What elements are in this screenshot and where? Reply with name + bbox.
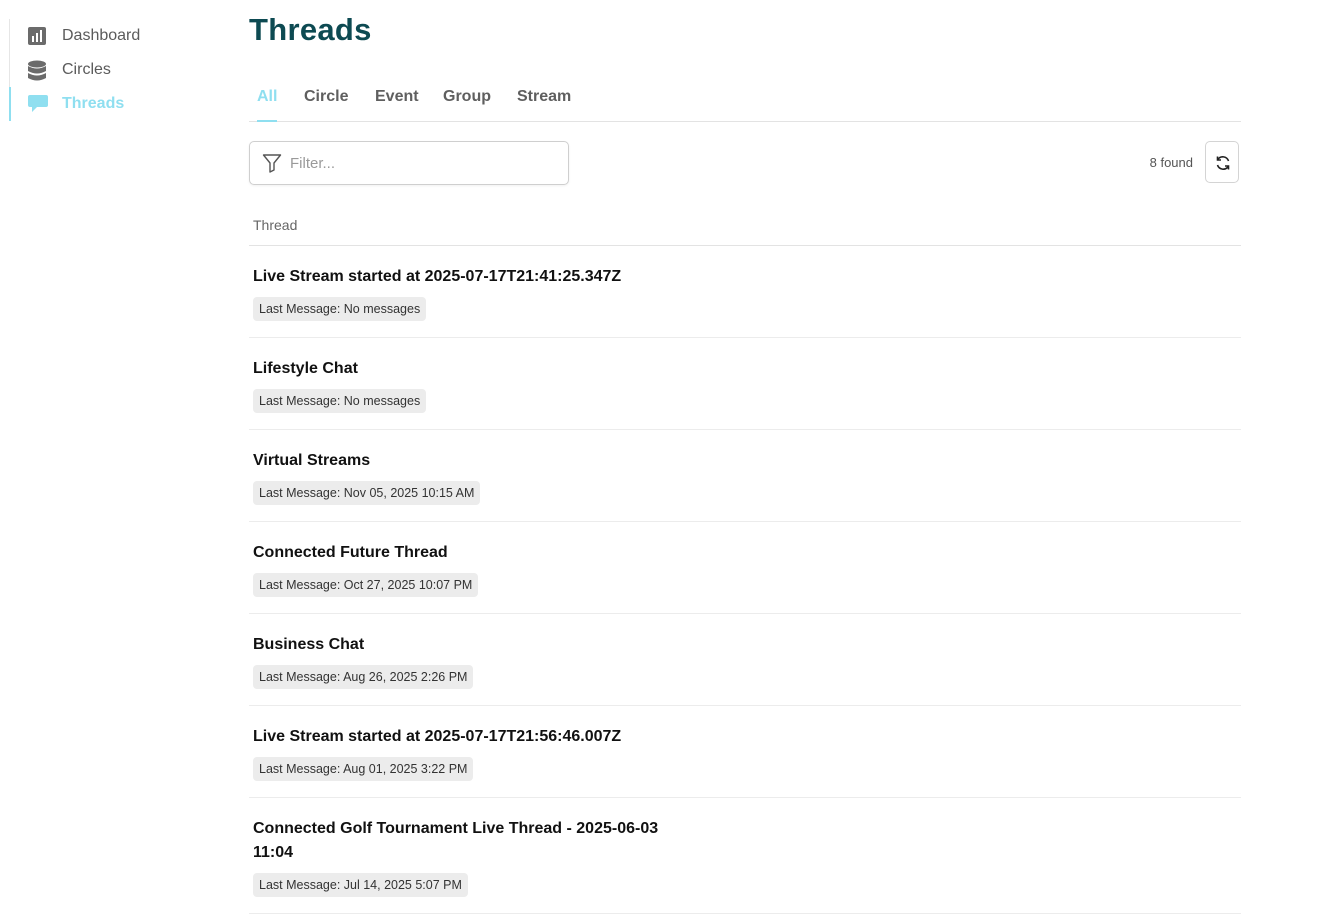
table-row[interactable]: Virtual Streams Last Message: Nov 05, 20… bbox=[249, 430, 1241, 522]
last-message-badge: Last Message: Aug 01, 2025 3:22 PM bbox=[253, 757, 474, 781]
filter-icon bbox=[262, 153, 282, 173]
sidebar-item-label: Threads bbox=[62, 95, 125, 112]
database-icon bbox=[27, 60, 49, 81]
tab-circle[interactable]: Circle bbox=[304, 88, 348, 121]
last-message-badge: Last Message: Nov 05, 2025 10:15 AM bbox=[253, 481, 481, 505]
last-message-badge: Last Message: Jul 14, 2025 5:07 PM bbox=[253, 873, 468, 897]
sidebar-item-threads[interactable]: Threads bbox=[9, 87, 210, 121]
thread-title: Virtual Streams bbox=[253, 452, 371, 469]
thread-title: Connected Golf Tournament Live Thread - … bbox=[253, 820, 659, 861]
table-header: Thread bbox=[249, 205, 1241, 246]
tab-bar: All Circle Event Group Stream bbox=[249, 80, 1241, 122]
column-header-thread: Thread bbox=[253, 217, 298, 233]
refresh-icon bbox=[1216, 156, 1230, 170]
thread-title: Business Chat bbox=[253, 636, 365, 653]
tab-stream[interactable]: Stream bbox=[517, 88, 571, 121]
chat-bubble-icon bbox=[27, 94, 49, 114]
last-message-badge: Last Message: No messages bbox=[253, 297, 427, 321]
thread-title: Connected Future Thread bbox=[253, 544, 448, 561]
table-row[interactable]: Connected Golf Tournament Live Thread - … bbox=[249, 798, 1241, 914]
table-row[interactable]: Live Stream started at 2025-07-17T21:41:… bbox=[249, 246, 1241, 338]
filter-input[interactable] bbox=[290, 152, 560, 174]
sidebar-item-label: Dashboard bbox=[62, 27, 141, 44]
sidebar-item-circles[interactable]: Circles bbox=[10, 53, 210, 87]
table-row[interactable]: Business Chat Last Message: Aug 26, 2025… bbox=[249, 614, 1241, 706]
table-row[interactable]: Lifestyle Chat Last Message: No messages bbox=[249, 338, 1241, 430]
thread-title: Live Stream started at 2025-07-17T21:56:… bbox=[253, 728, 622, 745]
results-count: 8 found bbox=[1149, 155, 1193, 170]
last-message-badge: Last Message: Oct 27, 2025 10:07 PM bbox=[253, 573, 479, 597]
thread-title: Live Stream started at 2025-07-17T21:41:… bbox=[253, 268, 622, 285]
tab-event[interactable]: Event bbox=[375, 88, 419, 121]
table-row[interactable]: Live Stream started at 2025-07-17T21:56:… bbox=[249, 706, 1241, 798]
filter-field[interactable] bbox=[249, 141, 569, 185]
tab-group[interactable]: Group bbox=[443, 88, 491, 121]
refresh-button[interactable] bbox=[1205, 141, 1239, 183]
thread-title: Lifestyle Chat bbox=[253, 360, 358, 377]
thread-list: Live Stream started at 2025-07-17T21:41:… bbox=[249, 246, 1241, 914]
sidebar: Dashboard Circles Threads bbox=[0, 0, 230, 914]
bar-chart-icon bbox=[27, 26, 49, 46]
last-message-badge: Last Message: No messages bbox=[253, 389, 427, 413]
tab-all[interactable]: All bbox=[257, 88, 278, 122]
sidebar-item-label: Circles bbox=[62, 61, 111, 78]
last-message-badge: Last Message: Aug 26, 2025 2:26 PM bbox=[253, 665, 474, 689]
sidebar-item-dashboard[interactable]: Dashboard bbox=[10, 19, 210, 53]
table-row[interactable]: Connected Future Thread Last Message: Oc… bbox=[249, 522, 1241, 614]
page-title: Threads bbox=[249, 12, 372, 47]
